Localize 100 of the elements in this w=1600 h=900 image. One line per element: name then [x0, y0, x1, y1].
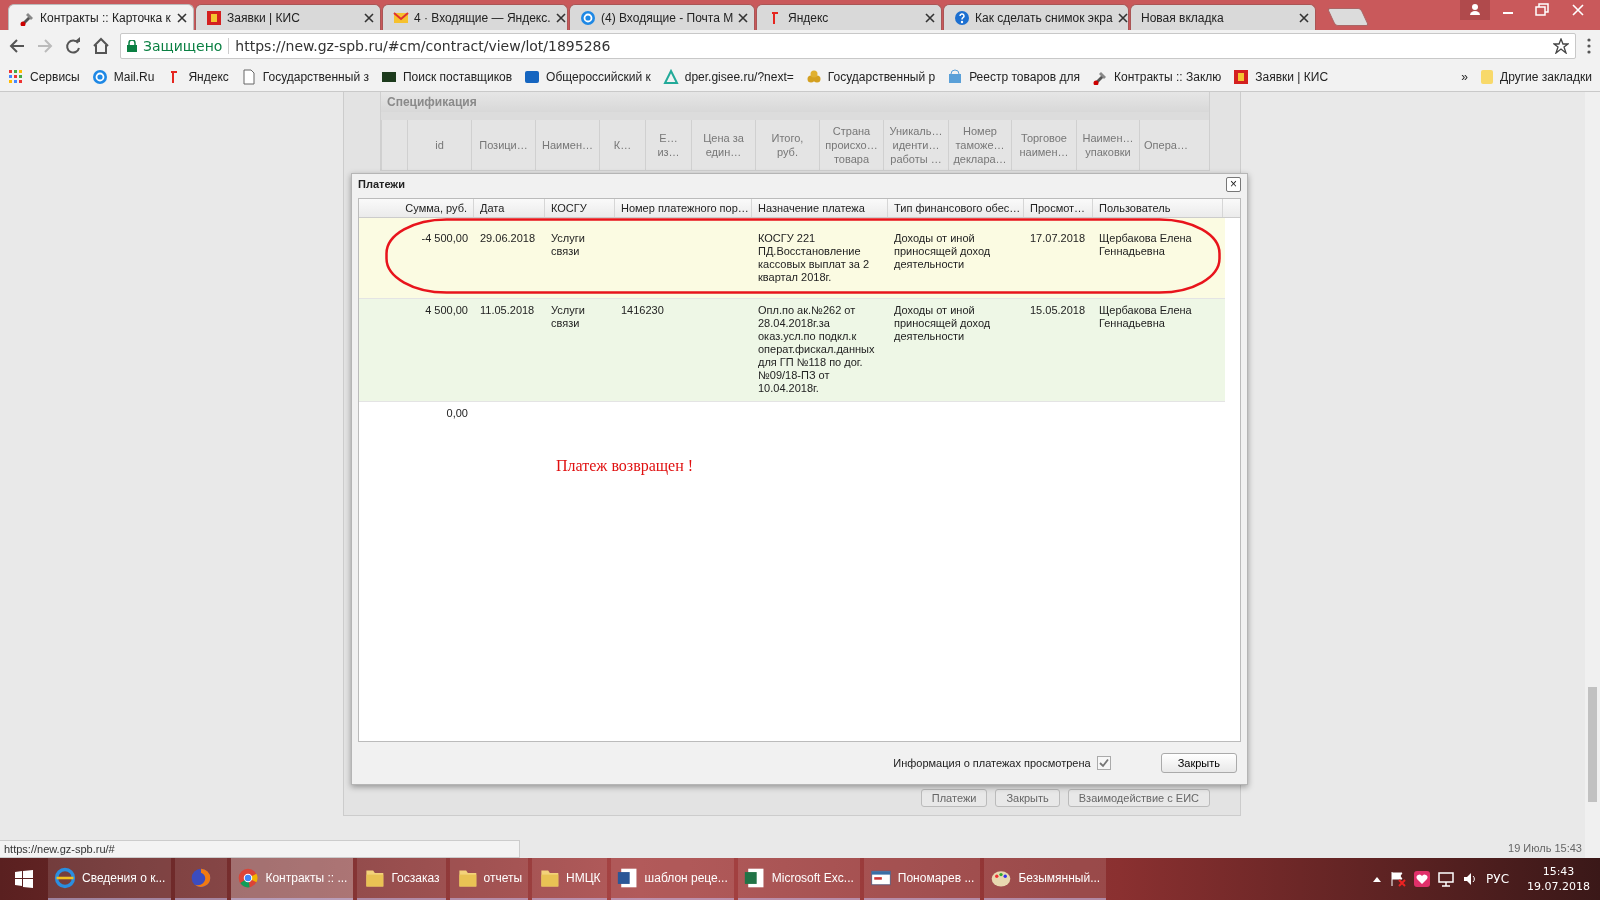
- column-header[interactable]: Номер таможе… деклара…: [948, 120, 1011, 170]
- column-header[interactable]: Тип финансового обес…: [888, 199, 1024, 217]
- taskbar-button[interactable]: Пономарев ...: [863, 858, 981, 900]
- action-button[interactable]: Закрыть: [995, 789, 1060, 807]
- column-header[interactable]: Итого, руб.: [755, 120, 819, 170]
- table-cell-text: Доходы от иной приносящей доход деятельности: [893, 231, 992, 272]
- close-icon[interactable]: [1299, 12, 1309, 23]
- bookmark[interactable]: Общероссийский к: [524, 68, 651, 85]
- bookmark[interactable]: Заявки | КИС: [1233, 68, 1329, 85]
- taskbar-button[interactable]: Госзаказ: [357, 858, 446, 900]
- user-icon[interactable]: [1460, 0, 1490, 20]
- home-icon[interactable]: [92, 37, 110, 55]
- taskbar-button[interactable]: Безымянный...: [984, 858, 1107, 900]
- flag-icon[interactable]: [1390, 871, 1407, 887]
- scrollbar-thumb[interactable]: [1588, 687, 1597, 802]
- network-icon[interactable]: [1438, 871, 1455, 887]
- column-header[interactable]: Уникаль… иденти… работы …: [883, 120, 948, 170]
- bookmark[interactable]: Mail.Ru: [91, 68, 155, 85]
- browser-tab[interactable]: 4 · Входящие — Яндекс.: [382, 4, 568, 30]
- more-bookmarks-button[interactable]: »: [1461, 69, 1469, 84]
- browser-tab[interactable]: Заявки | КИС: [195, 4, 381, 30]
- column-header[interactable]: Просмот…: [1024, 199, 1093, 217]
- browser-tab[interactable]: Контракты :: Карточка к: [8, 4, 194, 30]
- column-header[interactable]: Назначение платежа: [752, 199, 888, 217]
- document-icon: [616, 867, 639, 889]
- bookmark[interactable]: Поиск поставщиков: [380, 68, 513, 85]
- column-header[interactable]: Пользователь: [1093, 199, 1223, 217]
- column-header[interactable]: Е… из…: [645, 120, 691, 170]
- taskbar-button[interactable]: [175, 858, 228, 900]
- bookmark[interactable]: Реестр товаров для: [947, 68, 1080, 85]
- menu-icon[interactable]: [1586, 37, 1592, 55]
- column-header[interactable]: id: [407, 120, 471, 170]
- browser-tab[interactable]: Как сделать снимок экра: [943, 4, 1129, 30]
- close-button[interactable]: ×: [1226, 176, 1241, 192]
- heart-icon[interactable]: [1414, 871, 1431, 887]
- table-cell-text: Щербакова Елена Геннадьевна: [1098, 303, 1193, 331]
- taskbar-button[interactable]: Microsoft Exc...: [737, 858, 860, 900]
- bookmark[interactable]: dper.gisee.ru/?next=: [662, 68, 794, 85]
- language-indicator[interactable]: РУС: [1486, 872, 1509, 886]
- bookmark-folder[interactable]: Другие закладки: [1480, 68, 1592, 85]
- table-cell-text: 29.06.2018: [479, 231, 537, 246]
- table-row[interactable]: -4 500,00 29.06.2018 Услуги связи КОСГУ 221 ПД.Восстановление кассовых выплат за 2 квартал 2018г. Доходы от иной приносящей доход деятельности 17.07.2018 Щербакова Елена Геннадьевна: [359, 218, 1225, 299]
- action-button[interactable]: Платежи: [920, 789, 988, 807]
- browser-tab[interactable]: (4) Входящие - Почта М: [569, 4, 755, 30]
- taskbar-button[interactable]: шаблон реце...: [610, 858, 734, 900]
- bookmark[interactable]: Яндекс: [166, 68, 229, 85]
- chevron-up-icon[interactable]: [1372, 875, 1383, 883]
- help-icon: [954, 9, 970, 26]
- column-header[interactable]: Опера…: [1139, 120, 1192, 170]
- taskbar-button[interactable]: отчеты: [449, 858, 529, 900]
- column-header[interactable]: Позици…: [471, 120, 535, 170]
- scrollbar[interactable]: [1585, 92, 1600, 858]
- apps-icon: [8, 68, 24, 85]
- column-header[interactable]: Торговое наимен…: [1011, 120, 1076, 170]
- column-header[interactable]: Цена за един…: [691, 120, 755, 170]
- folder-icon: [538, 867, 561, 889]
- close-icon[interactable]: [177, 12, 187, 23]
- taskbar-button[interactable]: Сведения о к...: [48, 858, 172, 900]
- status-url: https://new.gz-spb.ru/#: [0, 840, 520, 858]
- clock[interactable]: 15:43 19.07.2018: [1517, 864, 1590, 894]
- flag-icon: [1233, 68, 1250, 85]
- close-icon[interactable]: [738, 12, 749, 23]
- column-header[interactable]: Наимен… упаковки: [1076, 120, 1139, 170]
- total-amount: 0,00: [445, 406, 469, 421]
- column-header[interactable]: Наимен…: [535, 120, 599, 170]
- column-header[interactable]: К…: [599, 120, 645, 170]
- browser-tab[interactable]: Яндекс: [756, 4, 942, 30]
- table-cell-text: Доходы от иной приносящей доход деятельности: [893, 303, 992, 344]
- address-bar[interactable]: Защищено https://new.gz-spb.ru/#cm/contract/view/lot/1895286: [120, 33, 1576, 59]
- close-icon[interactable]: [925, 12, 935, 23]
- close-icon[interactable]: [555, 12, 566, 23]
- action-button[interactable]: Взаимодействие с ЕИС: [1067, 789, 1210, 807]
- table-cell-text: 1416230: [620, 303, 665, 318]
- column-header[interactable]: Страна происхо… товара: [819, 120, 883, 170]
- bookmark[interactable]: Государственный з: [240, 68, 369, 85]
- at-sign-icon: [91, 68, 108, 85]
- star-icon[interactable]: [1553, 38, 1569, 54]
- browser-icon: [237, 867, 260, 889]
- coins-icon: [805, 68, 822, 85]
- close-icon[interactable]: [1117, 12, 1128, 23]
- back-icon[interactable]: [8, 37, 26, 55]
- table-row[interactable]: [359, 299, 1225, 402]
- bookmark[interactable]: Государственный р: [805, 68, 936, 85]
- close-button[interactable]: Закрыть: [1160, 753, 1237, 773]
- bookmark[interactable]: Сервисы: [8, 68, 80, 85]
- checkbox[interactable]: [1096, 756, 1111, 770]
- browser-tab[interactable]: Новая вкладка: [1130, 4, 1316, 30]
- taskbar-button[interactable]: Контракты :: ...: [231, 858, 354, 900]
- table-cell-text: 4 500,00: [424, 303, 469, 318]
- url-text: https://new.gz-spb.ru/#cm/contract/view/lot/1895286: [235, 38, 612, 54]
- close-icon[interactable]: [364, 12, 374, 23]
- folder-icon: [1480, 68, 1495, 85]
- reload-icon[interactable]: [64, 37, 82, 55]
- bookmark[interactable]: Контракты :: Заклю: [1092, 68, 1222, 85]
- flag-icon: [206, 9, 222, 26]
- column-header[interactable]: Сумма, руб.: [359, 199, 474, 217]
- taskbar-button[interactable]: НМЦК: [532, 858, 607, 900]
- column-header[interactable]: Дата: [474, 199, 545, 217]
- column-header[interactable]: Номер платежного пор…: [615, 199, 752, 217]
- column-header[interactable]: КОСГУ: [545, 199, 615, 217]
